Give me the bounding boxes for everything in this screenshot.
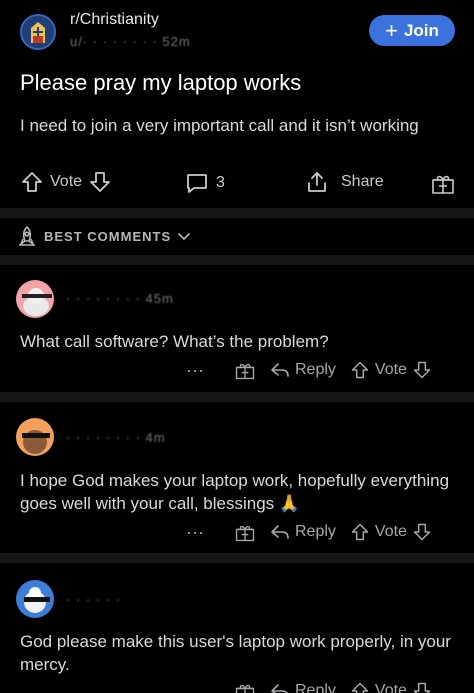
downvote-icon[interactable] <box>412 522 432 542</box>
gift-icon[interactable] <box>234 359 256 381</box>
comment-username[interactable]: · · · · · · · · 4m <box>66 430 166 445</box>
reply-icon <box>271 363 289 377</box>
gift-icon[interactable] <box>234 680 256 693</box>
commenter-avatar[interactable] <box>16 580 54 618</box>
comment-divider <box>0 392 474 402</box>
reply-button[interactable]: Reply <box>270 360 336 380</box>
share-button[interactable]: Share <box>305 170 384 194</box>
upvote-icon[interactable] <box>350 681 370 693</box>
commenter-avatar[interactable] <box>16 280 54 318</box>
reply-icon <box>271 525 289 539</box>
comment-text: God please make this user's laptop work … <box>20 632 451 674</box>
gift-icon[interactable] <box>234 521 256 543</box>
downvote-icon[interactable] <box>412 681 432 693</box>
comment-text: I hope God makes your laptop work, hopef… <box>20 471 450 513</box>
post-title: Please pray my laptop works <box>20 70 302 95</box>
comment-action-bar: Reply Vote <box>186 680 432 693</box>
reply-label: Reply <box>295 682 336 693</box>
gift-icon <box>430 170 456 196</box>
post-meta: u/· · · · · · · · 52m <box>70 34 191 49</box>
more-options-icon[interactable]: ··· <box>186 522 220 543</box>
post-body: I need to join a very important call and… <box>20 116 419 135</box>
upvote-icon[interactable] <box>350 522 370 542</box>
comment-vote: Vote <box>350 681 432 693</box>
comment-text: What call software? What’s the problem? <box>20 332 329 351</box>
award-button[interactable] <box>430 170 456 196</box>
subreddit-avatar[interactable] <box>20 14 56 50</box>
share-label: Share <box>341 173 384 190</box>
comment-vote: Vote <box>350 360 432 380</box>
comment-count: 3 <box>216 174 225 191</box>
vote-label: Vote <box>374 682 407 693</box>
rocket-icon <box>16 225 38 247</box>
upvote-icon[interactable] <box>350 360 370 380</box>
subreddit-name[interactable]: r/Christianity <box>70 11 159 29</box>
chevron-down-icon <box>177 229 191 243</box>
sort-selector[interactable]: BEST COMMENTS <box>16 225 191 247</box>
plus-icon: + <box>385 17 398 43</box>
join-button[interactable]: + Join <box>369 15 455 46</box>
downvote-icon[interactable] <box>412 360 432 380</box>
comment-vote: Vote <box>350 522 432 542</box>
reply-label: Reply <box>295 523 336 540</box>
vote-label: Vote <box>374 361 407 378</box>
join-label: Join <box>403 20 439 40</box>
reply-button[interactable]: Reply <box>270 681 336 693</box>
post-vote-bar: Vote <box>20 170 112 194</box>
comment-action-bar: ··· Reply Vote <box>186 521 432 543</box>
comments-button[interactable]: 3 <box>184 170 225 196</box>
reply-button[interactable]: Reply <box>270 522 336 542</box>
section-divider <box>0 208 474 218</box>
vote-label: Vote <box>374 523 407 540</box>
share-icon <box>305 170 329 194</box>
reply-icon <box>271 684 288 693</box>
downvote-icon[interactable] <box>88 170 112 194</box>
upvote-icon[interactable] <box>20 170 44 194</box>
comment-action-bar: ··· Reply Vote <box>186 359 432 381</box>
comment-icon <box>184 170 210 196</box>
reply-label: Reply <box>295 361 336 378</box>
section-divider <box>0 255 474 265</box>
comment-username[interactable]: · · · · · · <box>66 592 121 607</box>
more-options-icon[interactable]: ··· <box>186 360 220 381</box>
commenter-avatar[interactable] <box>16 418 54 456</box>
sort-label: BEST COMMENTS <box>44 228 172 244</box>
comment-username[interactable]: · · · · · · · · 45m <box>66 291 174 306</box>
comment-divider <box>0 553 474 563</box>
post-vote-label: Vote <box>50 173 83 190</box>
